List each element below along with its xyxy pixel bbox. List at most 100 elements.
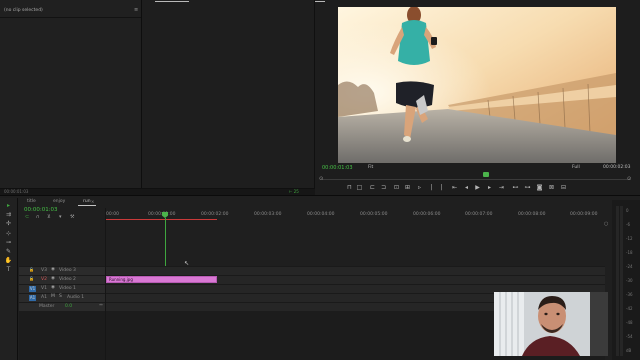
rolling-icon[interactable]: ⊹ (4, 230, 13, 238)
track-name: Video 3 (59, 268, 76, 273)
trim-in-icon[interactable]: ⊡ (393, 184, 400, 191)
source-patch-v1[interactable]: V1 (29, 286, 36, 292)
playhead-marker-icon (483, 172, 489, 177)
ruler-label: 00:00:06:00 (413, 212, 441, 217)
in-point-icon[interactable]: | (428, 184, 435, 191)
source-panel: (no clip selected) ≡ (0, 0, 141, 188)
ripple-icon[interactable]: ✢ (4, 220, 13, 228)
eye-icon[interactable]: ◉ (51, 285, 55, 291)
track-select-icon[interactable]: ⇉ (4, 211, 13, 219)
meter-tick: -6 (626, 222, 630, 227)
program-timecode-right: 00:00:02:03 (603, 165, 631, 170)
track-id: V1 (41, 286, 47, 291)
master-label: Master (39, 304, 55, 309)
hand-icon[interactable]: ✋ (4, 257, 13, 265)
solo-icon[interactable]: S (59, 294, 62, 300)
play-icon[interactable]: ▶ (474, 184, 481, 191)
marker-icon[interactable]: ▹ (416, 184, 423, 191)
ruler-label: 00:00:01:00 (148, 212, 176, 217)
lift-icon[interactable]: ⊏ (369, 184, 376, 191)
source-patch-a1[interactable]: A1 (29, 295, 36, 301)
export-frame-icon[interactable]: ◙ (536, 184, 543, 191)
goto-in-icon[interactable]: ⇤ (451, 184, 458, 191)
step-forward-icon[interactable]: ▸ (486, 184, 493, 191)
track-name: Video 1 (59, 286, 76, 291)
tab-title[interactable]: title (27, 199, 36, 205)
active-tab-underline (155, 1, 189, 2)
meter-tick: -12 (626, 236, 633, 241)
goto-out-icon[interactable]: ⇥ (498, 184, 505, 191)
scrub-left-icon[interactable]: ⊙ (319, 177, 323, 182)
ruler-label: 00:00:07:00 (465, 212, 493, 217)
text-icon[interactable]: T (4, 266, 13, 274)
tab-enjoy[interactable]: enjoy (53, 199, 65, 205)
meter-tick: 0 (626, 208, 629, 213)
meter-tick: -42 (626, 306, 633, 311)
timeline-timecode[interactable]: 00:00:01:03 (24, 207, 58, 214)
wrench-icon[interactable]: ⚒ (70, 215, 74, 220)
selection-icon[interactable]: ▸ (4, 202, 13, 210)
insert-icon[interactable]: ⊶ (524, 184, 531, 191)
safe-margin-icon[interactable]: □ (356, 184, 363, 191)
panel-menu-icon[interactable]: ≡ (134, 8, 138, 13)
track-id: V3 (41, 268, 47, 273)
meter-tick: dB (626, 348, 632, 353)
trim-out-icon[interactable]: ⊞ (404, 184, 411, 191)
ruler-label: 00:00 (106, 212, 119, 217)
program-video-frame (338, 7, 616, 163)
clip-running[interactable]: Running.jpg (106, 276, 217, 283)
ruler-label: 00:00:04:00 (307, 212, 335, 217)
ruler-label: 00:00:02:00 (201, 212, 229, 217)
settings-icon[interactable]: ⊟ (560, 184, 567, 191)
program-tab-underline (315, 1, 325, 2)
mute-icon[interactable]: M (51, 294, 55, 300)
meter-tick: -54 (626, 334, 633, 339)
track-v3[interactable]: 🔓 V3 ◉ Video 3 (19, 266, 605, 275)
mark-in-icon[interactable]: ⊓ (346, 184, 353, 191)
snap-icon[interactable]: ⊂ (25, 215, 29, 220)
ruler-label: 00:00:03:00 (254, 212, 282, 217)
ruler-label: 00:00:05:00 (360, 212, 388, 217)
eye-icon[interactable]: ◉ (51, 267, 55, 273)
add-marker-icon[interactable]: ⊻ (47, 215, 51, 220)
timeline-scroll-handle[interactable]: ○ (604, 222, 608, 227)
meter-tick: -48 (626, 320, 633, 325)
master-value[interactable]: 0.0 (65, 304, 72, 309)
overwrite-icon[interactable]: ⊠ (548, 184, 555, 191)
lock-icon[interactable]: 🔓 (29, 268, 34, 272)
ruler-label: 00:00:08:00 (518, 212, 546, 217)
tab-run: run (83, 199, 91, 204)
fit-dropdown[interactable]: Fit (368, 165, 373, 171)
meter-tick: -36 (626, 292, 633, 297)
source-timecode: 00:00:01:03 (4, 189, 29, 194)
work-area-bar[interactable] (106, 219, 217, 220)
out-point-icon[interactable]: | (438, 184, 445, 191)
program-timecode-left[interactable]: 00:00:01:03 (322, 166, 353, 171)
scrub-right-icon[interactable]: ⊙ (627, 177, 631, 182)
slip-icon[interactable]: ⊸ (4, 239, 13, 247)
source-fit-label: ⊢ 25 (289, 189, 299, 194)
eye-icon[interactable]: ◉ (51, 276, 55, 282)
lock-icon[interactable]: 🔓 (29, 277, 34, 281)
track-name: Audio 1 (67, 295, 85, 300)
close-icon[interactable]: × (91, 200, 94, 204)
linked-selection-icon[interactable]: ∩ (36, 215, 40, 220)
effects-panel (142, 0, 314, 188)
pen-icon[interactable]: ✎ (4, 248, 13, 256)
track-name: Video 2 (59, 277, 76, 282)
track-id: A1 (41, 295, 47, 300)
quality-dropdown[interactable]: Full (572, 165, 580, 171)
loop-icon[interactable]: ⊷ (512, 184, 519, 191)
step-back-icon[interactable]: ◂ (463, 184, 470, 191)
marker-icon[interactable]: ▾ (59, 215, 62, 220)
program-scrub-bar[interactable] (322, 179, 630, 180)
ruler-label: 00:00:09:00 (570, 212, 598, 217)
meter-bar-left (616, 206, 619, 356)
clip-name: Running.jpg (109, 277, 133, 282)
master-end-icon[interactable]: ⇿ (99, 303, 103, 309)
webcam-overlay (494, 292, 608, 356)
track-id: V2 (41, 277, 47, 282)
no-clip-text: (no clip selected) (4, 8, 43, 13)
meter-tick: -18 (626, 250, 633, 255)
extract-icon[interactable]: ⊐ (380, 184, 387, 191)
